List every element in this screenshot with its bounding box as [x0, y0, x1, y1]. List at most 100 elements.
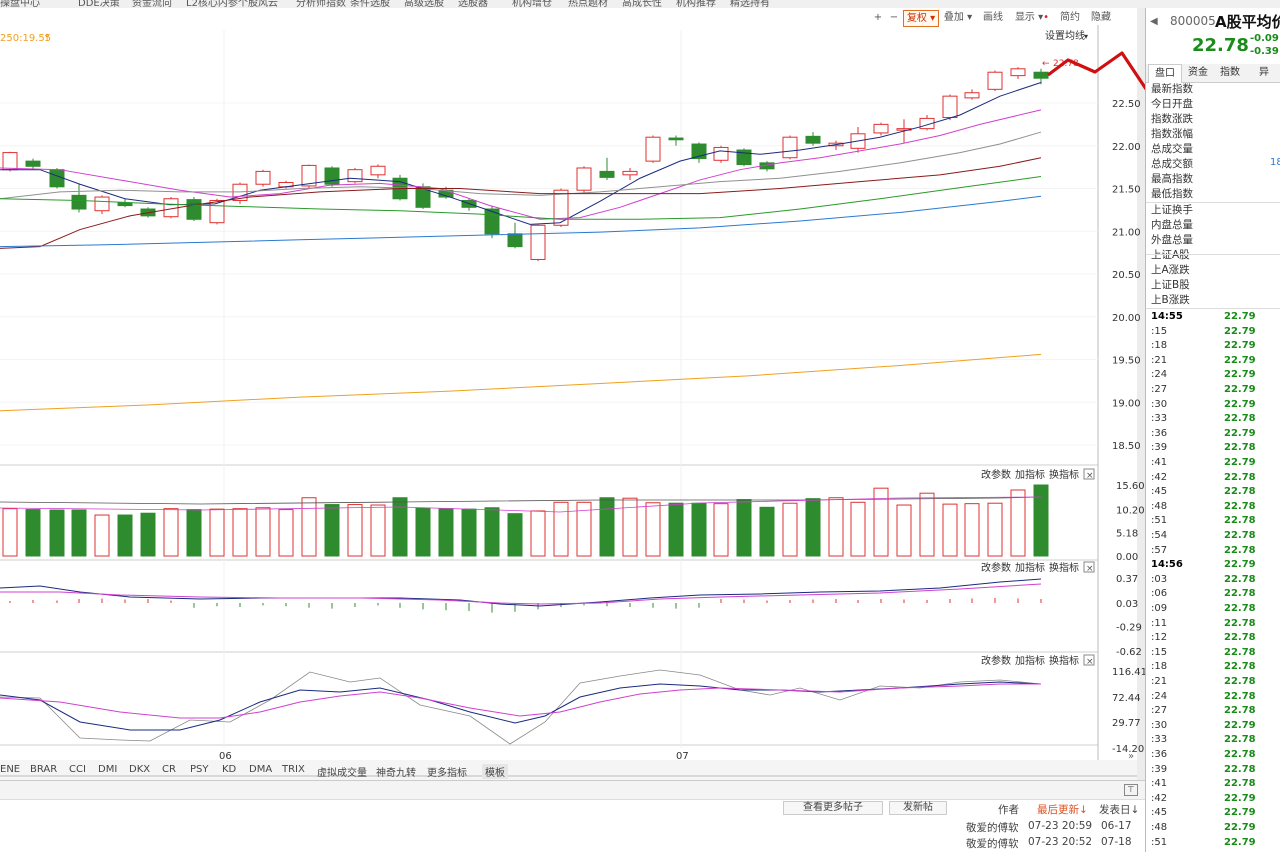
- simple-button[interactable]: 简约: [1056, 10, 1084, 25]
- edit-params-button[interactable]: 改参数: [981, 561, 1011, 574]
- quote-field-label: 总成交量: [1151, 143, 1193, 155]
- volume-bar: [461, 508, 477, 557]
- swap-indicator-button[interactable]: 换指标: [1049, 468, 1079, 481]
- zoom-in-button[interactable]: +: [871, 10, 885, 25]
- column-post-date[interactable]: 发表日↓: [1099, 802, 1139, 817]
- scroll-right-icon[interactable]: »: [1128, 751, 1134, 762]
- top-menu-item[interactable]: 个股风云: [238, 0, 278, 8]
- tick-time: :27: [1151, 705, 1168, 717]
- post-author[interactable]: 敬爱的傅软: [966, 820, 1019, 835]
- collapse-icon[interactable]: ⊤: [1124, 784, 1138, 796]
- price-change: -0.09: [1250, 33, 1279, 44]
- tick-time: :42: [1151, 792, 1168, 804]
- more-posts-button[interactable]: 查看更多帖子: [783, 801, 883, 815]
- indicator-tab[interactable]: DMA: [249, 764, 272, 775]
- tick-row: :36 22.78: [1146, 748, 1280, 763]
- indicator-tab[interactable]: 更多指标: [427, 764, 467, 779]
- top-menu-item[interactable]: 机构推荐: [676, 0, 716, 8]
- edit-params-button[interactable]: 改参数: [981, 468, 1011, 481]
- indicator-tab[interactable]: CCI: [69, 764, 86, 775]
- tick-time: :27: [1151, 384, 1168, 395]
- price-tick-label: 18.50: [1112, 441, 1141, 452]
- volume-bar: [668, 502, 684, 557]
- top-menu-item[interactable]: L2核心内参: [186, 0, 238, 8]
- top-menu-item[interactable]: 条件选股: [350, 0, 390, 8]
- divider: [1146, 308, 1280, 309]
- add-indicator-button[interactable]: 加指标: [1015, 654, 1045, 667]
- indicator-tab[interactable]: 神奇九转: [376, 764, 416, 779]
- fuquan-label: 复权: [906, 13, 927, 24]
- tick-row: :54 22.78: [1146, 529, 1280, 544]
- fuquan-button[interactable]: 复权 ▾: [903, 10, 939, 27]
- top-menu-item[interactable]: DDE决策: [78, 0, 120, 8]
- tab-funds[interactable]: 资金: [1182, 64, 1214, 82]
- edit-params-button[interactable]: 改参数: [981, 654, 1011, 667]
- indicator-tab[interactable]: 模板: [482, 764, 508, 779]
- indicator-tab[interactable]: KD: [222, 764, 236, 775]
- indicator-tab[interactable]: DMI: [98, 764, 117, 775]
- top-menu-item[interactable]: 选股器: [458, 0, 488, 8]
- post-last-update: 07-23 20:59: [1028, 820, 1093, 832]
- swap-indicator-button[interactable]: 换指标: [1049, 561, 1079, 574]
- display-button[interactable]: 显示 ▾•: [1012, 10, 1052, 25]
- up-arrow-icon: ↑: [43, 33, 51, 44]
- tick-price: 22.78: [1224, 661, 1256, 673]
- macd-tick-label: -0.29: [1116, 623, 1142, 634]
- ma-settings-button[interactable]: 设置均线: [1045, 29, 1085, 42]
- volume-bar: [828, 497, 844, 557]
- divider: [1146, 202, 1280, 203]
- add-indicator-button[interactable]: 加指标: [1015, 561, 1045, 574]
- indicator-tab[interactable]: DKX: [129, 764, 150, 775]
- candle-body: [668, 137, 684, 141]
- tick-price: 22.79: [1224, 369, 1256, 381]
- volume-bar: [964, 503, 980, 557]
- column-last-update[interactable]: 最后更新↓: [1037, 802, 1088, 817]
- volume-bar: [645, 502, 661, 557]
- post-last-update: 07-23 20:52: [1028, 836, 1093, 848]
- swap-indicator-button[interactable]: 换指标: [1049, 654, 1079, 667]
- volume-bar: [186, 509, 202, 557]
- tick-price: 22.79: [1224, 427, 1256, 439]
- tick-row: :42 22.79: [1146, 792, 1280, 807]
- draw-button[interactable]: 画线: [979, 10, 1007, 25]
- back-arrow-icon[interactable]: ◀: [1150, 16, 1158, 27]
- post-author[interactable]: 敬爱的傅软: [966, 836, 1019, 851]
- tick-row: 14:55 22.79: [1146, 310, 1280, 325]
- top-menu-item[interactable]: 操盘中心: [0, 0, 40, 8]
- tick-price: 22.79: [1224, 822, 1256, 833]
- indicator-tab[interactable]: 虚拟成交量: [317, 764, 367, 779]
- top-menu-item[interactable]: 精选持有: [730, 0, 770, 8]
- top-menu-item[interactable]: 高成长性: [622, 0, 662, 8]
- scrollbar[interactable]: [1137, 8, 1145, 780]
- tick-price: 22.79: [1224, 807, 1256, 819]
- candlestick-chart[interactable]: 22.50 22.00 21.50 21.00 20.50 20.00 19.50 19.00…: [0, 8, 1145, 780]
- indicator-tab[interactable]: CR: [162, 764, 176, 775]
- indicator-tab[interactable]: ENE: [0, 764, 20, 775]
- top-menu-item[interactable]: 分析师指数: [296, 0, 346, 8]
- tick-time: :45: [1151, 807, 1168, 819]
- volume-bar: [232, 508, 248, 557]
- top-menu-item[interactable]: 机构增仓: [512, 0, 552, 8]
- top-menu-item[interactable]: 热点题材: [568, 0, 608, 8]
- add-indicator-button[interactable]: 加指标: [1015, 468, 1045, 481]
- tick-time: :54: [1151, 530, 1168, 541]
- top-menu-item[interactable]: 高级选股: [404, 0, 444, 8]
- tick-row: :03 22.78: [1146, 573, 1280, 588]
- indicator-tab[interactable]: BRAR: [30, 764, 57, 775]
- overlay-button[interactable]: 叠加 ▾: [941, 10, 975, 25]
- tab-abnormal[interactable]: 异: [1248, 64, 1280, 82]
- hide-button[interactable]: 隐藏: [1088, 10, 1114, 25]
- chevron-down-icon[interactable]: ▾: [1084, 32, 1088, 41]
- total-volume-value: 18: [1270, 157, 1280, 168]
- indicator-tab[interactable]: TRIX: [282, 764, 305, 775]
- new-post-button[interactable]: 发新帖: [889, 801, 947, 815]
- tick-price: 22.78: [1224, 632, 1256, 644]
- tab-handicap[interactable]: 盘口: [1148, 64, 1182, 83]
- zoom-out-button[interactable]: −: [887, 10, 901, 25]
- indicator-tab[interactable]: PSY: [190, 764, 209, 775]
- tick-row: :48 22.78: [1146, 500, 1280, 515]
- tab-index[interactable]: 指数: [1214, 64, 1246, 82]
- top-menu-item[interactable]: 资金流向: [132, 0, 172, 8]
- kdj-tick-label: 116.41: [1112, 667, 1145, 678]
- tick-row: :57 22.78: [1146, 544, 1280, 559]
